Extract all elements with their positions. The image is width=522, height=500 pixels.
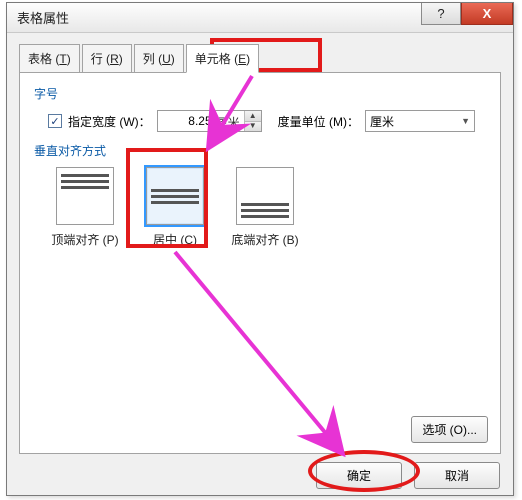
size-section-label: 字号 xyxy=(34,85,486,102)
close-button[interactable]: X xyxy=(461,3,513,25)
specify-width-checkbox[interactable]: ✓ xyxy=(48,114,62,128)
width-spinner[interactable]: 厘米 ▲ ▼ xyxy=(157,110,262,132)
align-center-label: 居中 (C) xyxy=(153,231,197,248)
title-bar: 表格属性 ? X xyxy=(7,3,513,33)
tab-pane: 字号 ✓ 指定宽度 (W)： 厘米 ▲ ▼ 度量单位 (M)： 厘米 ▼ xyxy=(19,72,501,454)
measure-unit-select[interactable]: 厘米 ▼ xyxy=(365,110,475,132)
tab-row[interactable]: 行 (R) xyxy=(82,44,132,73)
measure-unit-value: 厘米 xyxy=(370,113,394,130)
help-button[interactable]: ? xyxy=(421,3,461,25)
tab-cell[interactable]: 单元格 (E) xyxy=(186,44,259,73)
align-top-label: 顶端对齐 (P) xyxy=(51,231,118,248)
options-button[interactable]: 选项 (O)... xyxy=(411,416,488,443)
align-bottom-label: 底端对齐 (B) xyxy=(231,231,298,248)
tab-column[interactable]: 列 (U) xyxy=(134,44,184,73)
width-input[interactable] xyxy=(158,111,216,131)
tab-table[interactable]: 表格 (T) xyxy=(19,44,80,73)
align-top-button[interactable]: 顶端对齐 (P) xyxy=(48,167,122,248)
width-unit: 厘米 xyxy=(216,111,244,131)
width-step-up[interactable]: ▲ xyxy=(245,111,261,121)
chevron-down-icon: ▼ xyxy=(461,116,470,126)
cancel-button[interactable]: 取消 xyxy=(414,462,500,489)
window-title: 表格属性 xyxy=(17,8,69,27)
width-step-down[interactable]: ▼ xyxy=(245,121,261,131)
align-bottom-button[interactable]: 底端对齐 (B) xyxy=(228,167,302,248)
tab-strip: 表格 (T) 行 (R) 列 (U) 单元格 (E) xyxy=(19,44,501,73)
specify-width-label: 指定宽度 (W)： xyxy=(68,113,151,130)
ok-button[interactable]: 确定 xyxy=(316,462,402,489)
measure-label: 度量单位 (M)： xyxy=(278,113,359,130)
dialog-window: 表格属性 ? X 表格 (T) 行 (R) 列 (U) 单元格 (E) 字号 ✓ xyxy=(6,2,514,496)
valign-section-label: 垂直对齐方式 xyxy=(34,142,486,159)
align-center-button[interactable]: 居中 (C) xyxy=(138,167,212,248)
